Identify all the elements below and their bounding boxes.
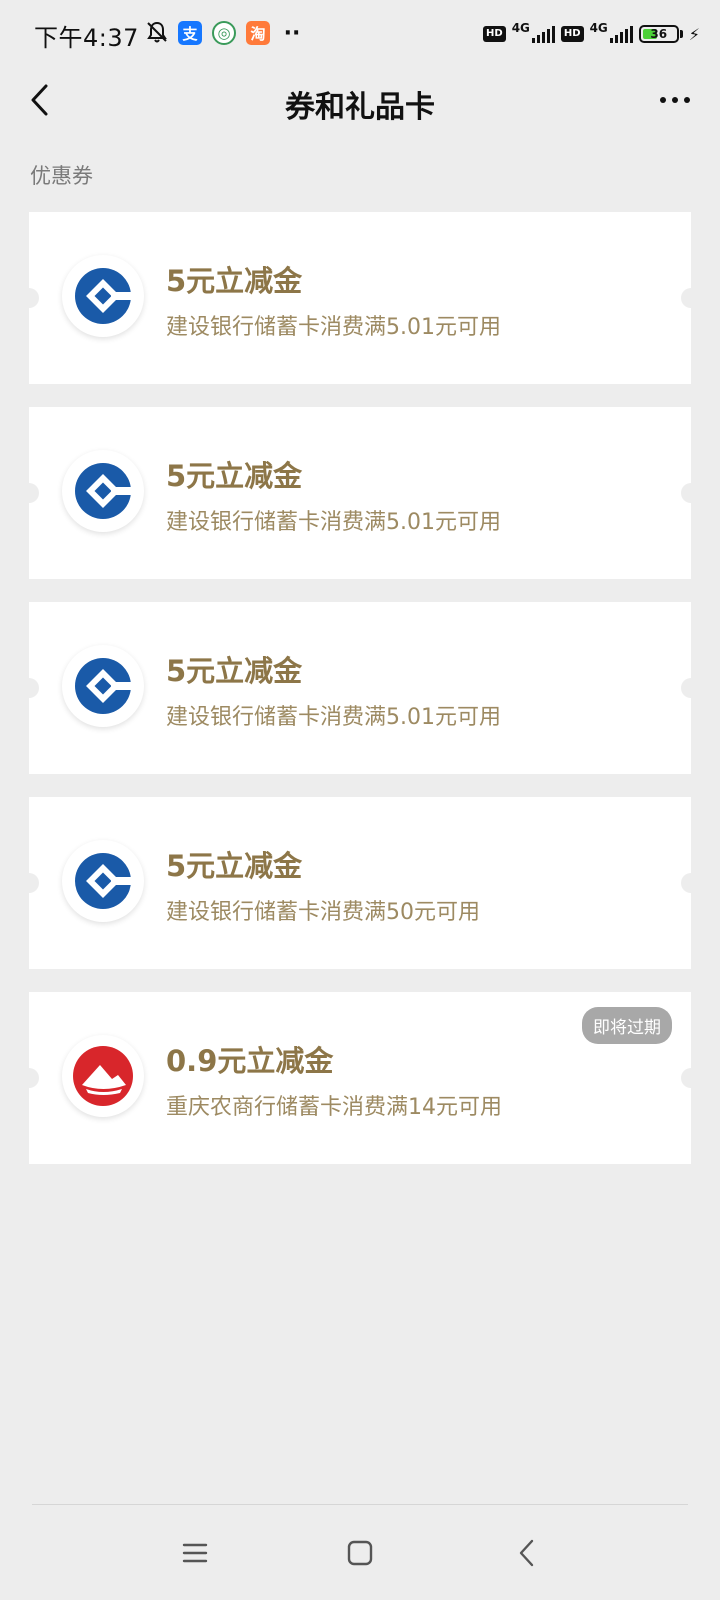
coupon-title: 5元立减金 <box>166 264 303 298</box>
page-title: 券和礼品卡 <box>285 90 435 125</box>
cqrcb-logo-icon <box>62 1035 144 1117</box>
network-label-1: 4G <box>511 21 530 35</box>
battery-tip <box>679 30 683 38</box>
coupon-card[interactable]: 5元立减金 建设银行储蓄卡消费满5.01元可用 <box>19 212 701 384</box>
app-green-icon: ◎ <box>212 21 236 45</box>
notch-right <box>681 678 701 698</box>
signal-bars-2-icon <box>609 25 633 43</box>
coupon-card[interactable]: 5元立减金 建设银行储蓄卡消费满5.01元可用 <box>19 602 701 774</box>
expiring-badge: 即将过期 <box>582 1007 672 1044</box>
notch-left <box>19 483 39 503</box>
more-options-button[interactable] <box>650 82 700 118</box>
header: 券和礼品卡 <box>0 70 720 130</box>
notch-right <box>681 873 701 893</box>
nav-back-button[interactable] <box>497 1528 557 1578</box>
nav-home-button[interactable] <box>330 1528 390 1578</box>
notch-right <box>681 288 701 308</box>
coupon-title: 5元立减金 <box>166 849 303 883</box>
home-square-icon <box>347 1540 373 1566</box>
status-bar: 下午4:37 支 ◎ 淘 ·· HD 4G HD 4G 36 ⚡ <box>0 0 720 70</box>
coupon-description: 重庆农商行储蓄卡消费满14元可用 <box>166 1095 502 1120</box>
coupon-title: 5元立减金 <box>166 654 303 688</box>
menu-icon <box>182 1543 208 1563</box>
notch-left <box>19 873 39 893</box>
notch-left <box>19 288 39 308</box>
ccb-logo-icon <box>62 840 144 922</box>
hd-badge-2: HD <box>560 26 584 42</box>
coupon-description: 建设银行储蓄卡消费满50元可用 <box>166 900 480 925</box>
notch-right <box>681 483 701 503</box>
coupon-description: 建设银行储蓄卡消费满5.01元可用 <box>166 315 501 340</box>
notch-left <box>19 678 39 698</box>
more-notifications-icon: ·· <box>283 20 301 46</box>
ccb-logo-icon <box>62 255 144 337</box>
taobao-icon: 淘 <box>246 21 270 45</box>
hd-badge-1: HD <box>483 26 506 42</box>
coupon-card[interactable]: 即将过期 0.9元立减金 重庆农商行储蓄卡消费满14元可用 <box>19 992 701 1164</box>
coupon-title: 0.9元立减金 <box>166 1044 334 1078</box>
alipay-icon: 支 <box>178 21 202 45</box>
notch-right <box>681 1068 701 1088</box>
signal-bars-1-icon <box>531 25 555 43</box>
coupon-card[interactable]: 5元立减金 建设银行储蓄卡消费满5.01元可用 <box>19 407 701 579</box>
ccb-logo-icon <box>62 450 144 532</box>
mute-bell-icon <box>145 20 169 44</box>
section-label-coupons: 优惠券 <box>30 164 93 188</box>
battery-icon: 36 <box>638 25 679 43</box>
ccb-logo-icon <box>62 645 144 727</box>
battery-level: 36 <box>650 27 668 41</box>
network-label-2: 4G <box>589 21 608 35</box>
coupon-description: 建设银行储蓄卡消费满5.01元可用 <box>166 705 501 730</box>
coupon-title: 5元立减金 <box>166 459 303 493</box>
status-time: 下午4:37 <box>34 24 139 52</box>
dot-icon <box>672 97 678 103</box>
status-right: HD 4G HD 4G 36 ⚡ <box>483 20 700 48</box>
charging-icon: ⚡ <box>688 24 700 44</box>
coupon-card[interactable]: 5元立减金 建设银行储蓄卡消费满50元可用 <box>19 797 701 969</box>
bottom-divider <box>32 1504 688 1505</box>
dot-icon <box>684 97 690 103</box>
dot-icon <box>660 97 666 103</box>
notch-left <box>19 1068 39 1088</box>
coupon-description: 建设银行储蓄卡消费满5.01元可用 <box>166 510 501 535</box>
nav-menu-button[interactable] <box>165 1528 225 1578</box>
nav-back-icon <box>519 1539 534 1567</box>
